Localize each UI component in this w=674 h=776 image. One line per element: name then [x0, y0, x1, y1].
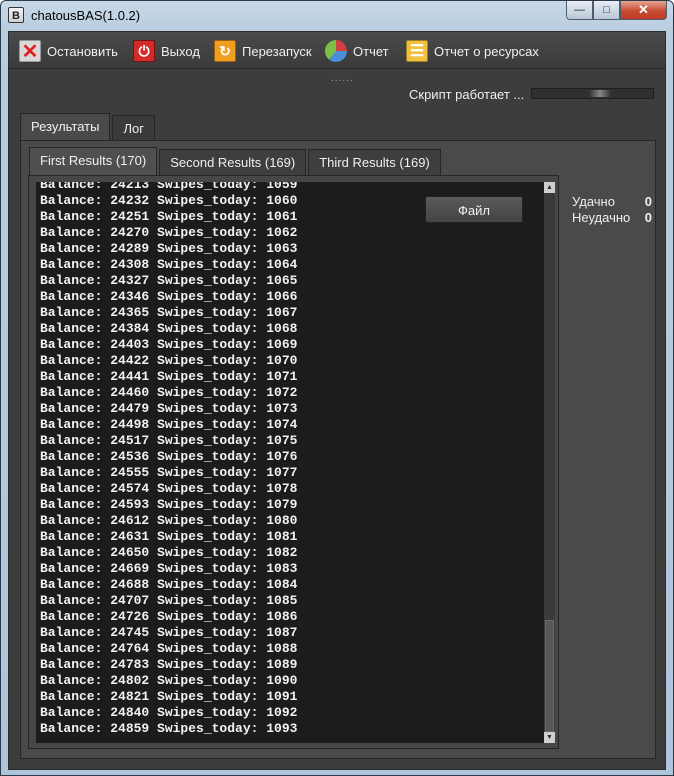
success-value: 0 — [644, 194, 652, 209]
title-bar[interactable]: B chatousBAS(1.0.2) — □ ✕ — [1, 1, 673, 31]
splitter-handle[interactable]: ...... — [331, 73, 354, 84]
result-line: Balance: 24327 Swipes_today: 1065 — [40, 273, 298, 288]
result-line: Balance: 24802 Swipes_today: 1090 — [40, 673, 298, 688]
result-line: Balance: 24783 Swipes_today: 1089 — [40, 657, 298, 672]
result-line: Balance: 24460 Swipes_today: 1072 — [40, 385, 298, 400]
fail-label: Неудачно — [572, 210, 631, 225]
exit-icon: ⏻ — [133, 40, 155, 62]
stats-panel: Удачно 0 Неудачно 0 — [572, 194, 652, 226]
result-line: Balance: 24232 Swipes_today: 1060 — [40, 193, 298, 208]
report-button-label: Отчет — [353, 43, 389, 59]
results-tab-bar: First Results (170) Second Results (169)… — [29, 147, 443, 175]
result-line: Balance: 24612 Swipes_today: 1080 — [40, 513, 298, 528]
resources-report-button[interactable]: ☰ Отчет о ресурсах — [406, 39, 539, 63]
restart-icon: ↻ — [214, 40, 236, 62]
result-line: Balance: 24536 Swipes_today: 1076 — [40, 449, 298, 464]
result-line: Balance: 24308 Swipes_today: 1064 — [40, 257, 298, 272]
resources-icon: ☰ — [406, 40, 428, 62]
window-controls: — □ ✕ — [566, 1, 667, 20]
result-line: Balance: 24270 Swipes_today: 1062 — [40, 225, 298, 240]
result-line: Balance: 24479 Swipes_today: 1073 — [40, 401, 298, 416]
progress-indicator — [590, 90, 610, 97]
tab-results[interactable]: Результаты — [20, 113, 111, 141]
result-line: Balance: 24422 Swipes_today: 1070 — [40, 353, 298, 368]
first-results-panel: Balance: 24213 Swipes_today: 1059 Balance… — [28, 175, 559, 749]
scroll-up-arrow-icon[interactable]: ▲ — [544, 182, 555, 193]
file-button[interactable]: Файл — [425, 196, 523, 223]
result-line: Balance: 24726 Swipes_today: 1086 — [40, 609, 298, 624]
result-line: Balance: 24403 Swipes_today: 1069 — [40, 337, 298, 352]
result-line: Balance: 24840 Swipes_today: 1092 — [40, 705, 298, 720]
toolbar: ✕ Остановить ⏻ Выход ↻ Перезапуск Отчет … — [9, 32, 665, 69]
tab-first-results[interactable]: First Results (170) — [29, 147, 158, 175]
stop-icon: ✕ — [19, 40, 41, 63]
result-line: Balance: 24365 Swipes_today: 1067 — [40, 305, 298, 320]
resources-report-button-label: Отчет о ресурсах — [434, 43, 539, 59]
result-line: Balance: 24650 Swipes_today: 1082 — [40, 545, 298, 560]
fail-value: 0 — [644, 210, 652, 225]
result-line: Balance: 24859 Swipes_today: 1093 — [40, 721, 298, 736]
restart-button[interactable]: ↻ Перезапуск — [214, 39, 312, 63]
result-line: Balance: 24688 Swipes_today: 1084 — [40, 577, 298, 592]
result-line: Balance: 24593 Swipes_today: 1079 — [40, 497, 298, 512]
exit-button[interactable]: ⏻ Выход — [133, 39, 200, 63]
stat-fail: Неудачно 0 — [572, 210, 652, 226]
outer-tab-bar: Результаты Лог — [20, 113, 157, 141]
result-line: Balance: 24498 Swipes_today: 1074 — [40, 417, 298, 432]
result-line: Balance: 24441 Swipes_today: 1071 — [40, 369, 298, 384]
results-scrollbar[interactable]: ▲ ▼ — [544, 182, 555, 743]
result-line: Balance: 24574 Swipes_today: 1078 — [40, 481, 298, 496]
stop-button-label: Остановить — [47, 43, 118, 59]
result-line: Balance: 24669 Swipes_today: 1083 — [40, 561, 298, 576]
result-line: Balance: 24251 Swipes_today: 1061 — [40, 209, 298, 224]
result-line: Balance: 24745 Swipes_today: 1087 — [40, 625, 298, 640]
tab-log[interactable]: Лог — [112, 115, 155, 141]
report-icon — [325, 40, 347, 62]
maximize-button[interactable]: □ — [593, 1, 620, 20]
progress-bar — [531, 88, 654, 99]
result-line: Balance: 24555 Swipes_today: 1077 — [40, 465, 298, 480]
report-button[interactable]: Отчет — [325, 39, 389, 63]
result-line: Balance: 24384 Swipes_today: 1068 — [40, 321, 298, 336]
stat-success: Удачно 0 — [572, 194, 652, 210]
results-lines: Balance: 24213 Swipes_today: 1059 Balance… — [40, 182, 297, 737]
window-title: chatousBAS(1.0.2) — [31, 8, 141, 23]
result-line: Balance: 24764 Swipes_today: 1088 — [40, 641, 298, 656]
result-line: Balance: 24821 Swipes_today: 1091 — [40, 689, 298, 704]
app-window: B chatousBAS(1.0.2) — □ ✕ ✕ Остановить ⏻… — [0, 0, 674, 776]
close-button[interactable]: ✕ — [620, 1, 667, 20]
result-line: Balance: 24289 Swipes_today: 1063 — [40, 241, 298, 256]
result-line: Balance: 24346 Swipes_today: 1066 — [40, 289, 298, 304]
client-area: ✕ Остановить ⏻ Выход ↻ Перезапуск Отчет … — [8, 31, 666, 770]
result-line: Balance: 24517 Swipes_today: 1075 — [40, 433, 298, 448]
results-panel: First Results (170) Second Results (169)… — [20, 140, 656, 759]
exit-button-label: Выход — [161, 43, 200, 59]
restart-button-label: Перезапуск — [242, 43, 312, 59]
result-line: Balance: 24631 Swipes_today: 1081 — [40, 529, 298, 544]
tab-second-results[interactable]: Second Results (169) — [159, 149, 307, 175]
result-line: Balance: 24707 Swipes_today: 1085 — [40, 593, 298, 608]
scroll-down-arrow-icon[interactable]: ▼ — [544, 732, 555, 743]
app-icon: B — [8, 7, 24, 23]
success-label: Удачно — [572, 194, 615, 209]
status-text: Скрипт работает ... — [409, 87, 525, 102]
minimize-button[interactable]: — — [566, 1, 593, 20]
scroll-thumb[interactable] — [545, 620, 554, 732]
results-text-area[interactable]: Balance: 24213 Swipes_today: 1059 Balance… — [36, 182, 544, 743]
stop-button[interactable]: ✕ Остановить — [19, 39, 118, 63]
tab-third-results[interactable]: Third Results (169) — [308, 149, 441, 175]
result-line: Balance: 24213 Swipes_today: 1059 — [40, 182, 298, 192]
